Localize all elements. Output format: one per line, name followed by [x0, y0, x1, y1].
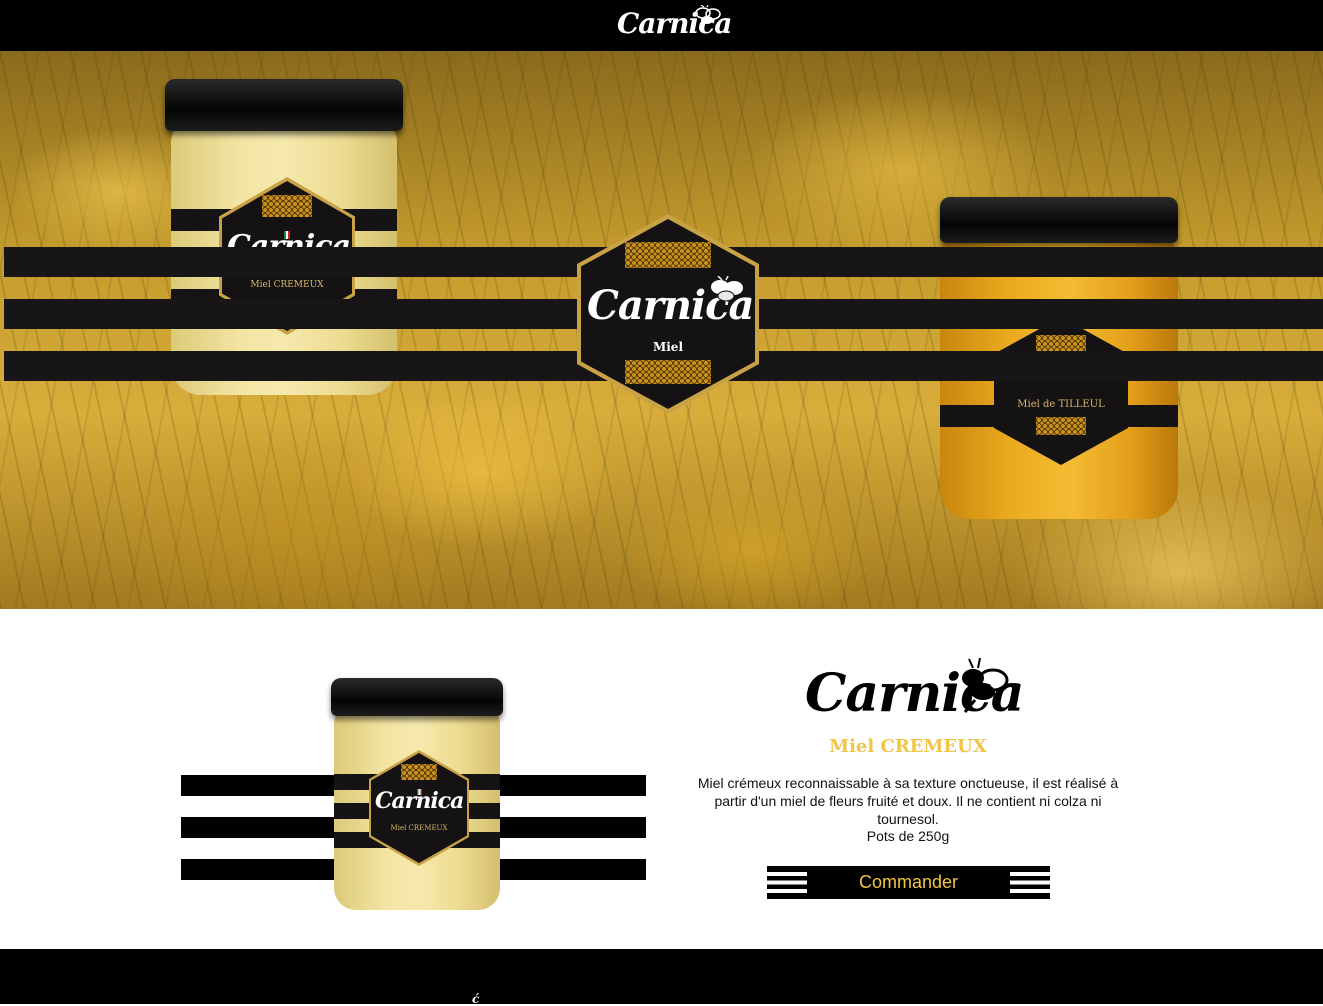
top-header: Carnica	[0, 0, 1323, 51]
product-pot-size: Pots de 250g	[866, 828, 950, 844]
bee-icon	[711, 276, 743, 302]
product-jar-brand: Carnica	[375, 788, 464, 814]
product-description: Miel crémeux reconnaissable à sa texture…	[697, 775, 1119, 827]
bee-icon	[695, 5, 721, 24]
hero-jar-tilleul-label: Miel de TILLEUL	[1017, 399, 1105, 410]
order-button[interactable]: Commander	[767, 866, 1050, 899]
hero-center-badge: Carnica Miel	[577, 214, 759, 414]
product-jar-label: Miel CREMEUX	[390, 824, 448, 832]
hero-badge-label: Miel	[652, 340, 684, 354]
product-subtitle: Miel CREMEUX	[829, 736, 987, 757]
hero-banner: Carnica Miel CREMEUX Miel de TILLEUL Car…	[0, 51, 1323, 609]
order-button-label: Commander	[858, 872, 959, 892]
product-jar-image: Carnica Miel CREMEUX	[331, 678, 503, 910]
bee-icon	[962, 657, 1009, 713]
hero-jar-label: Miel CREMEUX	[250, 280, 324, 290]
footer	[0, 949, 1323, 1004]
footer-logo-mark: ć	[472, 992, 479, 1006]
hero-jar-cremeux: Carnica Miel CREMEUX	[165, 79, 403, 395]
